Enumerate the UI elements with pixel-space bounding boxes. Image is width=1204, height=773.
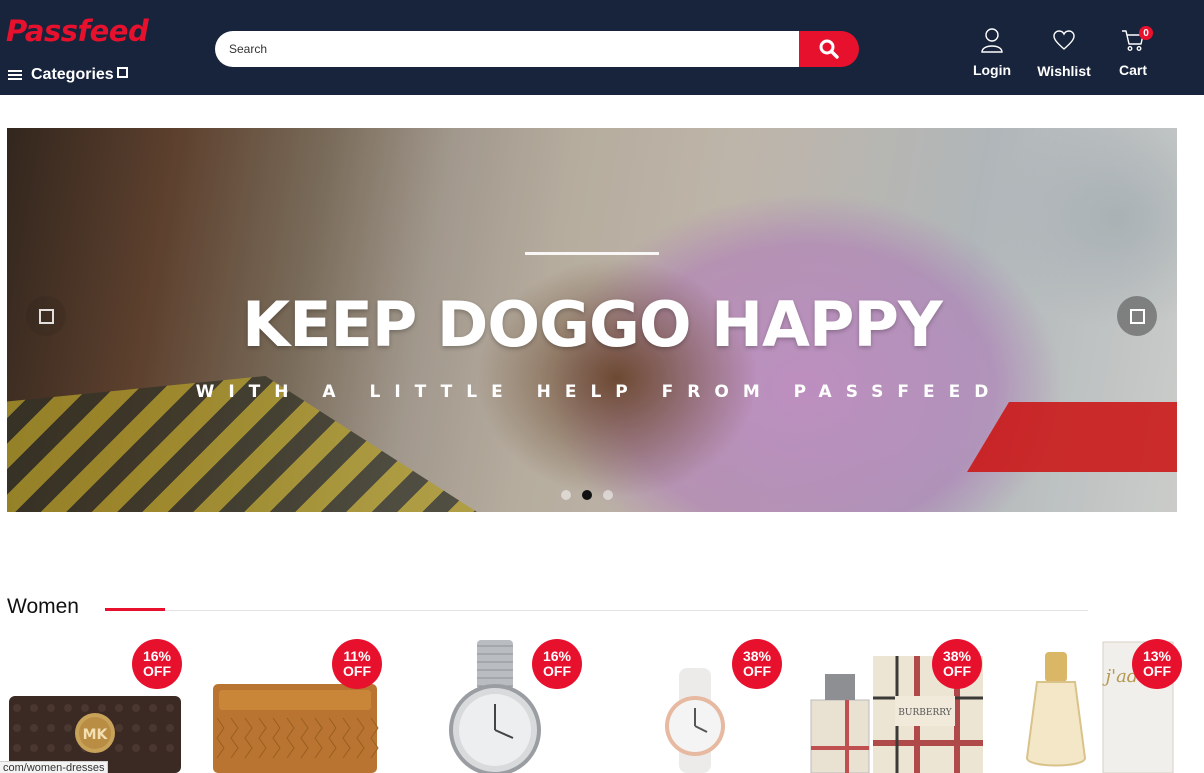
discount-off-label: OFF — [543, 663, 571, 679]
product-card[interactable]: 16% OFF — [407, 638, 583, 773]
categories-label: Categories — [31, 66, 114, 83]
hero-subtitle: WITH A LITTLE HELP FROM PASSFEED — [195, 382, 1003, 402]
hero-title: KEEP DOGGO HAPPY — [242, 288, 943, 361]
discount-badge: 38% OFF — [732, 639, 782, 689]
svg-text:MK: MK — [83, 727, 109, 743]
discount-percent: 11% — [343, 648, 371, 664]
discount-percent: 38% — [942, 648, 972, 664]
section-divider — [105, 610, 1088, 611]
product-card[interactable]: 38% OFF — [607, 638, 783, 773]
login-label: Login — [972, 62, 1012, 78]
cart-count-badge: 0 — [1139, 26, 1153, 40]
product-card[interactable]: BURBERRY 38% OFF — [807, 638, 983, 773]
wishlist-label: Wishlist — [1037, 63, 1091, 79]
search-button[interactable] — [799, 31, 859, 67]
section-accent-bar — [105, 608, 165, 611]
discount-badge: 11% OFF — [332, 639, 382, 689]
wishlist-button[interactable]: Wishlist — [1034, 25, 1094, 79]
discount-percent: 38% — [742, 648, 772, 664]
discount-off-label: OFF — [1143, 663, 1171, 679]
heart-icon — [1053, 30, 1075, 50]
hamburger-icon — [8, 70, 22, 80]
discount-off-label: OFF — [943, 663, 971, 679]
search-icon — [819, 39, 839, 59]
login-button[interactable]: Login — [972, 25, 1012, 78]
search-input[interactable] — [215, 31, 799, 67]
cart-button[interactable]: 0 Cart — [1116, 25, 1153, 78]
carousel-prev-button[interactable] — [26, 296, 66, 336]
carousel-next-button[interactable] — [1117, 296, 1157, 336]
hero-banner[interactable]: KEEP DOGGO HAPPY WITH A LITTLE HELP FROM… — [7, 128, 1177, 512]
svg-text:BURBERRY: BURBERRY — [898, 708, 952, 718]
status-bar-url: com/women-dresses — [0, 761, 109, 773]
carousel-dot[interactable] — [603, 490, 613, 500]
product-card[interactable]: 11% OFF — [207, 638, 383, 773]
user-icon — [981, 28, 1003, 53]
discount-badge: 16% OFF — [532, 639, 582, 689]
carousel-dot[interactable] — [582, 490, 592, 500]
hero-decorative-line — [525, 252, 659, 255]
site-logo[interactable]: Passfeed — [6, 14, 149, 48]
discount-badge: 13% OFF — [1132, 639, 1182, 689]
discount-percent: 16% — [542, 648, 572, 664]
next-arrow-icon — [1129, 308, 1145, 324]
section-title: Women — [7, 595, 79, 618]
discount-off-label: OFF — [743, 663, 771, 679]
product-card[interactable]: MK 16% OFF — [7, 638, 183, 773]
search-bar — [215, 31, 859, 67]
categories-menu-button[interactable]: Categories — [8, 66, 128, 84]
prev-arrow-icon — [38, 308, 54, 324]
dropdown-toggle-icon — [116, 66, 128, 78]
discount-badge: 16% OFF — [132, 639, 182, 689]
carousel-dots — [561, 490, 613, 500]
product-card[interactable]: j'adore13%OFF — [1007, 638, 1183, 773]
carousel-dot[interactable] — [561, 490, 571, 500]
discount-percent: 13% — [1142, 648, 1172, 664]
discount-badge: 38% OFF — [932, 639, 982, 689]
discount-percent: 16% — [142, 648, 172, 664]
discount-off-label: OFF — [143, 663, 171, 679]
site-header: Passfeed Categories Login Wishl — [0, 0, 1204, 95]
discount-off-label: OFF — [343, 663, 371, 679]
cart-label: Cart — [1118, 62, 1147, 78]
